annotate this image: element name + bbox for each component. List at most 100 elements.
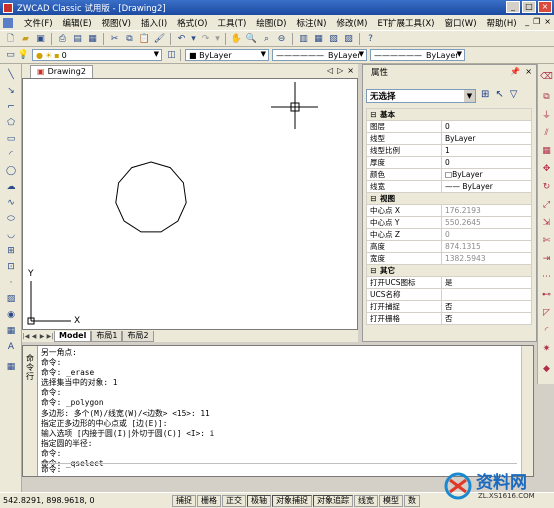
property-value[interactable]: 1 xyxy=(441,144,532,157)
copy-object-icon[interactable]: ⧉ xyxy=(540,90,553,103)
explode-icon[interactable]: ✷ xyxy=(540,342,553,355)
revcloud-icon[interactable]: ☁ xyxy=(4,180,18,193)
property-row[interactable]: 宽度 1382.5943 xyxy=(366,252,532,265)
quick-select-icon[interactable]: ▽ xyxy=(510,89,518,100)
doc-restore-icon[interactable]: ❐ xyxy=(533,17,540,26)
drawing-canvas[interactable]: Y X xyxy=(22,78,358,330)
layer-manager-icon[interactable]: ▭ xyxy=(4,49,17,62)
command-scrollbar[interactable] xyxy=(521,346,533,476)
grid-panel-icon[interactable]: ▦ xyxy=(4,360,18,373)
insert-block-icon[interactable]: ⊞ xyxy=(4,244,18,257)
panel-autohide-icon[interactable]: 📌 xyxy=(510,67,520,76)
property-row[interactable]: 线型 ByLayer xyxy=(366,132,532,145)
property-row[interactable]: 打开捕捉否 xyxy=(366,300,532,313)
pan-icon[interactable]: ✋ xyxy=(230,32,243,45)
menu-draw[interactable]: 绘图(D) xyxy=(251,17,291,29)
property-row[interactable]: 图层 0 xyxy=(366,120,532,133)
collapse-icon[interactable]: ⊟ xyxy=(370,110,377,119)
prev-layout-icon[interactable]: ◀ xyxy=(30,333,38,340)
layer-tools-icon[interactable]: ◆ xyxy=(540,362,553,375)
join-icon[interactable]: ⊷ xyxy=(540,288,553,301)
property-value[interactable] xyxy=(441,288,532,301)
undo-icon[interactable]: ↶ xyxy=(175,32,188,45)
property-row[interactable]: 中心点 X 176.2193 xyxy=(366,204,532,217)
last-layout-icon[interactable]: ▶| xyxy=(46,333,54,340)
table-icon[interactable]: ▦ xyxy=(4,324,18,337)
close-icon[interactable]: × xyxy=(538,1,552,13)
zoom-window-icon[interactable]: ⌕ xyxy=(260,32,273,45)
menu-help[interactable]: 帮助(H) xyxy=(482,17,522,29)
open-folder-icon[interactable]: ▰ xyxy=(19,32,32,45)
status-ortho[interactable]: 正交 xyxy=(222,494,246,507)
arc-icon[interactable]: ◜ xyxy=(4,148,18,161)
erase-icon[interactable]: ⌫ xyxy=(540,70,553,83)
zoom-previous-icon[interactable]: ⊖ xyxy=(275,32,288,45)
property-row[interactable]: 颜色 □ByLayer xyxy=(366,168,532,181)
polyline-icon[interactable]: ⌐ xyxy=(4,100,18,113)
break-icon[interactable]: ⋯ xyxy=(540,270,553,283)
selection-dropdown[interactable]: 无选择 ▼ xyxy=(366,89,476,103)
tab-layout1[interactable]: 布局1 xyxy=(91,330,123,342)
property-row[interactable]: 高度 874.1315 xyxy=(366,240,532,253)
redo-dropdown-icon[interactable]: ▾ xyxy=(214,32,221,45)
first-layout-icon[interactable]: |◀ xyxy=(22,333,30,340)
property-value[interactable]: □ByLayer xyxy=(441,168,532,181)
rectangle-icon[interactable]: ▭ xyxy=(4,132,18,145)
tab-layout2[interactable]: 布局2 xyxy=(122,330,154,342)
copy-icon[interactable]: ⧉ xyxy=(123,32,136,45)
status-otrack[interactable]: 对象追踪 xyxy=(313,494,353,507)
property-value[interactable]: 1382.5943 xyxy=(441,252,532,265)
trim-icon[interactable]: ✄ xyxy=(540,234,553,247)
tab-close-icon[interactable]: × xyxy=(347,66,354,75)
property-category[interactable]: ⊟ 视图 xyxy=(366,192,532,205)
mtext-icon[interactable]: A xyxy=(4,340,18,353)
panel-close-icon[interactable]: × xyxy=(525,67,532,76)
print-preview-icon[interactable]: ▤ xyxy=(71,32,84,45)
menu-edit[interactable]: 编辑(E) xyxy=(58,17,97,29)
select-objects-icon[interactable]: ↖ xyxy=(495,89,503,100)
publish-icon[interactable]: ▦ xyxy=(86,32,99,45)
eleven-sided-polygon[interactable] xyxy=(115,161,187,233)
menu-format[interactable]: 格式(O) xyxy=(172,17,212,29)
menu-modify[interactable]: 修改(M) xyxy=(331,17,372,29)
move-icon[interactable]: ✥ xyxy=(540,162,553,175)
save-icon[interactable]: ▣ xyxy=(34,32,47,45)
cut-icon[interactable]: ✂ xyxy=(108,32,121,45)
minimize-icon[interactable]: _ xyxy=(506,1,520,13)
menu-file[interactable]: 文件(F) xyxy=(19,17,58,29)
scale-icon[interactable]: ⤢ xyxy=(540,198,553,211)
property-value[interactable]: 否 xyxy=(441,300,532,313)
design-center-icon[interactable]: ▦ xyxy=(312,32,325,45)
property-row[interactable]: 中心点 Z0 xyxy=(366,228,532,241)
stretch-icon[interactable]: ⇲ xyxy=(540,216,553,229)
property-value[interactable]: 0 xyxy=(441,156,532,169)
linetype-combo[interactable]: —————— ByLayer ▼ xyxy=(272,49,367,61)
tab-scroll-right-icon[interactable]: ▷ xyxy=(337,66,343,75)
doc-minimize-icon[interactable]: _ xyxy=(525,17,529,26)
property-value[interactable]: —— ByLayer xyxy=(441,180,532,193)
menu-view[interactable]: 视图(V) xyxy=(97,17,136,29)
property-row[interactable]: 打开UCS图标是 xyxy=(366,276,532,289)
layer-combo[interactable]: ● ☀ ▪ 0 ▼ xyxy=(32,49,162,61)
rotate-icon[interactable]: ↻ xyxy=(540,180,553,193)
maximize-icon[interactable]: □ xyxy=(522,1,536,13)
tab-drawing2[interactable]: ▣ Drawing2 xyxy=(30,64,93,78)
property-value[interactable]: 874.1315 xyxy=(441,240,532,253)
collapse-icon[interactable]: ⊟ xyxy=(370,266,377,275)
print-icon[interactable]: ⎙ xyxy=(56,32,69,45)
property-row[interactable]: UCS名称 xyxy=(366,288,532,301)
status-grid[interactable]: 栅格 xyxy=(197,494,221,507)
properties-icon[interactable]: ▥ xyxy=(297,32,310,45)
property-row[interactable]: 中心点 Y 550.2645 xyxy=(366,216,532,229)
status-lineweight[interactable]: 线宽 xyxy=(354,494,378,507)
menu-et-tools[interactable]: ET扩展工具(X) xyxy=(372,17,439,29)
property-row[interactable]: 线型比例 1 xyxy=(366,144,532,157)
tab-model[interactable]: Model xyxy=(54,330,92,342)
undo-dropdown-icon[interactable]: ▾ xyxy=(190,32,197,45)
property-category[interactable]: ⊟ 其它 xyxy=(366,264,532,277)
ellipse-icon[interactable]: ⬭ xyxy=(4,212,18,225)
doc-close-icon[interactable]: × xyxy=(544,17,551,26)
property-value[interactable]: 否 xyxy=(441,312,532,325)
menu-tools[interactable]: 工具(T) xyxy=(212,17,251,29)
toggle-pickadd-icon[interactable]: ⊞ xyxy=(481,89,489,100)
